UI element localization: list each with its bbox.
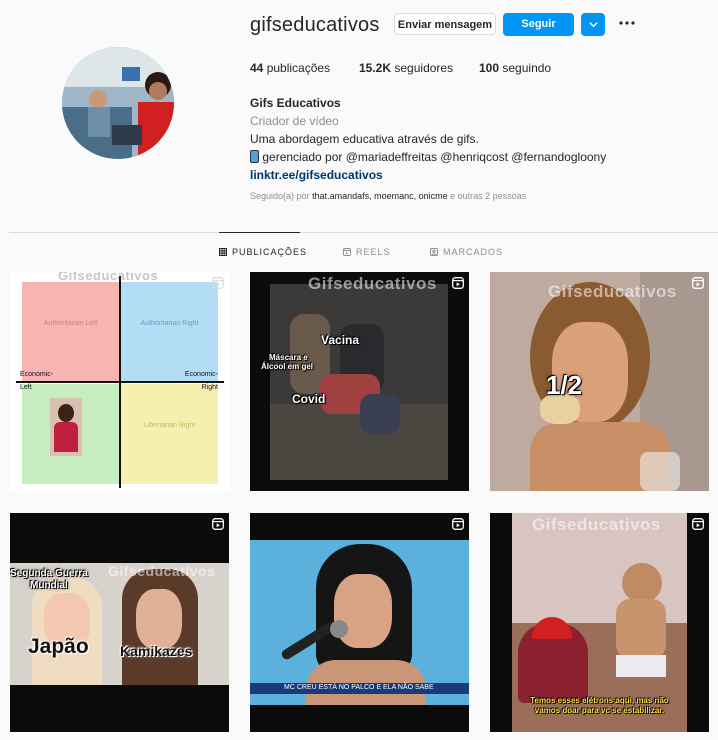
post-tile-1[interactable]: Authoritarian Left Authoritarian Right L… bbox=[10, 272, 229, 491]
following-count-value: 100 bbox=[479, 61, 500, 75]
tab-tagged[interactable]: MARCADOS bbox=[430, 247, 503, 257]
bio-link[interactable]: linktr.ee/gifseducativos bbox=[250, 166, 670, 184]
tab-reels-label: REELS bbox=[356, 247, 391, 257]
tabs-divider bbox=[9, 232, 718, 233]
followers-count-label: seguidores bbox=[394, 61, 454, 75]
following-count-label: seguindo bbox=[502, 61, 552, 75]
post-watermark: Gifseducativos bbox=[532, 515, 661, 534]
profile-username: gifseducativos bbox=[250, 14, 380, 36]
video-frame bbox=[490, 272, 709, 491]
caption-japao: Japão bbox=[28, 635, 89, 658]
bio-mentions[interactable]: @mariadeffreitas @henriqcost @fernandogl… bbox=[346, 150, 606, 164]
tab-posts[interactable]: PUBLICAÇÕES bbox=[219, 247, 307, 257]
post-tile-6[interactable]: Gifseducativos Temos esses elétrons aqui… bbox=[490, 513, 709, 732]
followed-by-names: that.amandafs, moemanc, onicme bbox=[312, 191, 448, 201]
post-tile-4[interactable]: Gifseducativos Segunda Guerra Mundial Ja… bbox=[10, 513, 229, 732]
post-tile-3[interactable]: Gifseducativos 1/2 bbox=[490, 272, 709, 491]
tab-posts-label: PUBLICAÇÕES bbox=[232, 247, 308, 257]
profile-avatar[interactable] bbox=[62, 47, 174, 159]
video-frame bbox=[270, 284, 448, 480]
quadrant-tr-label: Authoritarian Right bbox=[140, 320, 199, 327]
reel-icon bbox=[212, 518, 224, 530]
phone-icon bbox=[250, 150, 259, 163]
post-watermark: Gifseducativos bbox=[548, 282, 677, 301]
subtitle-line-2: vamos doar para vc se estabilizar. bbox=[534, 706, 665, 715]
post-tile-5[interactable]: MC CREU ESTÁ NO PALCO E ELA NÃO SABE bbox=[250, 513, 469, 732]
posts-count-value: 44 bbox=[250, 61, 264, 75]
followed-by-suffix: e outras 2 pessoas bbox=[450, 191, 527, 201]
ticker-text: MC CREU ESTÁ NO PALCO E ELA NÃO SABE bbox=[284, 684, 434, 691]
follow-button[interactable]: Seguir bbox=[503, 13, 574, 36]
reel-icon bbox=[452, 277, 464, 289]
tab-reels[interactable]: REELS bbox=[343, 247, 391, 257]
quadrant-authoritarian-right: Authoritarian Right bbox=[121, 282, 218, 382]
caption-kamikazes: Kamikazes bbox=[120, 643, 193, 659]
post-tile-2[interactable]: Gifseducativos Vacina Máscara e Álcool e… bbox=[250, 272, 469, 491]
followed-by-prefix: Seguido(a) por bbox=[250, 191, 310, 201]
caption-alcool: Álcool em gel bbox=[261, 362, 314, 371]
caption-mascara: Máscara e bbox=[269, 353, 308, 362]
quadrant-libertarian-left bbox=[22, 384, 119, 484]
tab-tagged-label: MARCADOS bbox=[443, 247, 504, 257]
suggested-dropdown-button[interactable] bbox=[581, 13, 605, 36]
news-ticker: MC CREU ESTÁ NO PALCO E ELA NÃO SABE bbox=[250, 683, 469, 694]
followers-count[interactable]: 15.2K seguidores bbox=[359, 61, 453, 75]
followers-count-value: 15.2K bbox=[359, 61, 392, 75]
bio-managed-by: gerenciado por bbox=[262, 150, 343, 164]
profile-full-name: Gifs Educativos bbox=[250, 96, 341, 110]
economic-left-label: Economic-Left bbox=[20, 371, 54, 391]
profile-category: Criador de vídeo bbox=[250, 114, 339, 128]
more-options-button[interactable] bbox=[617, 12, 637, 36]
profile-bio: Gifs Educativos Criador de vídeo Uma abo… bbox=[250, 94, 670, 184]
caption-segunda-guerra: Segunda Guerra bbox=[10, 568, 88, 579]
reel-icon bbox=[452, 518, 464, 530]
bio-line-2: gerenciado por @mariadeffreitas @henriqc… bbox=[250, 148, 670, 166]
reel-icon bbox=[692, 518, 704, 530]
post-watermark: Gifseducativos bbox=[308, 274, 437, 293]
grid-icon bbox=[219, 248, 227, 256]
send-message-button[interactable]: Enviar mensagem bbox=[394, 13, 496, 35]
economic-right-label: Economic-Right bbox=[184, 371, 218, 391]
posts-count: 44 publicações bbox=[250, 61, 330, 75]
active-tab-indicator bbox=[219, 232, 300, 233]
followed-by[interactable]: Seguido(a) por that.amandafs, moemanc, o… bbox=[250, 191, 526, 201]
video-frame bbox=[250, 540, 469, 705]
person-image bbox=[50, 398, 82, 456]
quadrant-authoritarian-left: Authoritarian Left bbox=[22, 282, 119, 382]
caption-mundial: Mundial bbox=[30, 580, 68, 591]
reel-icon bbox=[212, 277, 224, 289]
post-watermark: Gifseducativos bbox=[108, 563, 216, 579]
caption-vacina: Vacina bbox=[321, 333, 360, 347]
caption-half: 1/2 bbox=[546, 370, 583, 400]
chevron-down-icon bbox=[588, 22, 598, 28]
quadrant-br-label: Libertarian Right bbox=[143, 422, 196, 429]
quadrant-tl-label: Authoritarian Left bbox=[43, 320, 98, 327]
reels-icon bbox=[343, 248, 351, 256]
reel-icon bbox=[692, 277, 704, 289]
posts-count-label: publicações bbox=[266, 61, 331, 75]
tagged-icon bbox=[430, 248, 438, 256]
following-count[interactable]: 100 seguindo bbox=[479, 61, 551, 75]
post-watermark: Gifseducativos bbox=[58, 272, 159, 283]
bio-line-1: Uma abordagem educativa através de gifs. bbox=[250, 132, 479, 146]
caption-covid: Covid bbox=[292, 392, 326, 406]
subtitle: Temos esses elétrons aqui, mas não vamos… bbox=[512, 696, 687, 716]
subtitle-line-1: Temos esses elétrons aqui, mas não bbox=[530, 696, 669, 705]
more-dots-icon bbox=[619, 21, 635, 25]
quadrant-libertarian-right: Libertarian Right bbox=[121, 384, 218, 484]
